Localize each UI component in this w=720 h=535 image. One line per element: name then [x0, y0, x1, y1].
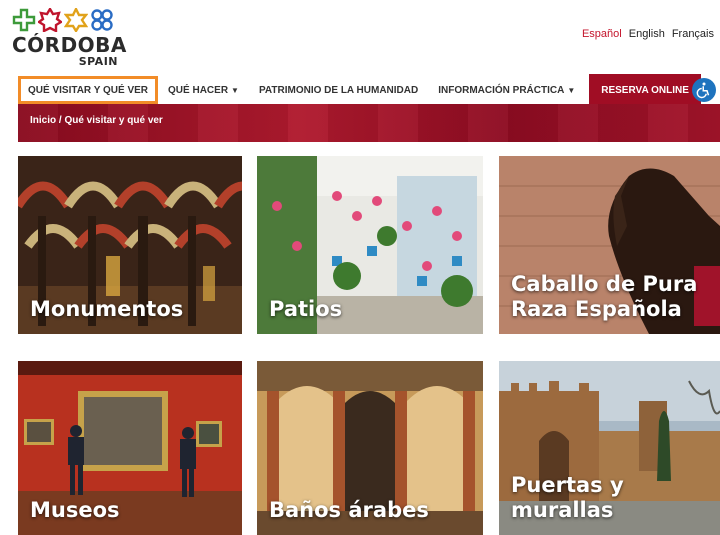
tile-label: Patios — [269, 297, 343, 321]
nav-que-hacer[interactable]: QUÉ HACER ▼ — [158, 76, 249, 104]
reserva-online-button[interactable]: RESERVA ONLINE — [589, 74, 701, 106]
tile-banos[interactable]: Baños árabes — [257, 361, 483, 535]
lang-en[interactable]: English — [629, 28, 665, 40]
logo-country: SPAIN — [78, 55, 118, 68]
tile-label: Monumentos — [30, 297, 184, 321]
main-nav: QUÉ VISITAR Y QUÉ VER QUÉ HACER ▼ PATRIM… — [18, 74, 720, 106]
language-switcher: Español English Français — [582, 28, 714, 40]
breadcrumb[interactable]: Inicio / Qué visitar y qué ver — [30, 115, 163, 126]
lang-fr[interactable]: Français — [672, 28, 714, 40]
tile-label: Caballo de Pura Raza Española — [511, 272, 698, 321]
nav-que-hacer-label: QUÉ HACER — [168, 84, 229, 96]
nav-patrimonio[interactable]: PATRIMONIO DE LA HUMANIDAD — [249, 76, 428, 104]
nav-informacion-label: INFORMACIÓN PRÁCTICA — [438, 84, 565, 96]
tile-puertas[interactable]: Puertas y murallas — [499, 361, 720, 535]
site-logo[interactable]: CÓRDOBA SPAIN — [12, 8, 132, 74]
eight-point-star-icon — [38, 8, 62, 32]
logo-wordmark: CÓRDOBA — [12, 33, 127, 57]
accessibility-button[interactable] — [692, 78, 716, 102]
tile-label: Museos — [30, 498, 120, 522]
logo-symbols — [12, 8, 132, 32]
nav-que-visitar-label: QUÉ VISITAR Y QUÉ VER — [28, 84, 149, 96]
wheelchair-icon — [696, 82, 710, 99]
knot-icon — [91, 9, 113, 31]
six-point-star-icon — [64, 8, 88, 32]
tile-label: Baños árabes — [269, 498, 429, 522]
cross-icon — [12, 8, 36, 32]
caret-down-icon: ▼ — [567, 85, 576, 95]
tile-caballo[interactable]: Caballo de Pura Raza Española — [499, 156, 720, 334]
caret-down-icon: ▼ — [231, 85, 239, 95]
tile-patios[interactable]: Patios — [257, 156, 483, 334]
nav-informacion[interactable]: INFORMACIÓN PRÁCTICA ▼ — [428, 76, 585, 104]
tile-museos[interactable]: Museos — [18, 361, 242, 535]
tile-label: Puertas y murallas — [511, 473, 624, 522]
tile-monumentos[interactable]: Monumentos — [18, 156, 242, 334]
breadcrumb-band: Inicio / Qué visitar y qué ver — [18, 104, 720, 142]
lang-es[interactable]: Español — [582, 28, 622, 40]
nav-que-visitar[interactable]: QUÉ VISITAR Y QUÉ VER — [18, 76, 159, 104]
reserva-online-label: RESERVA ONLINE — [601, 84, 689, 96]
nav-patrimonio-label: PATRIMONIO DE LA HUMANIDAD — [258, 84, 419, 96]
